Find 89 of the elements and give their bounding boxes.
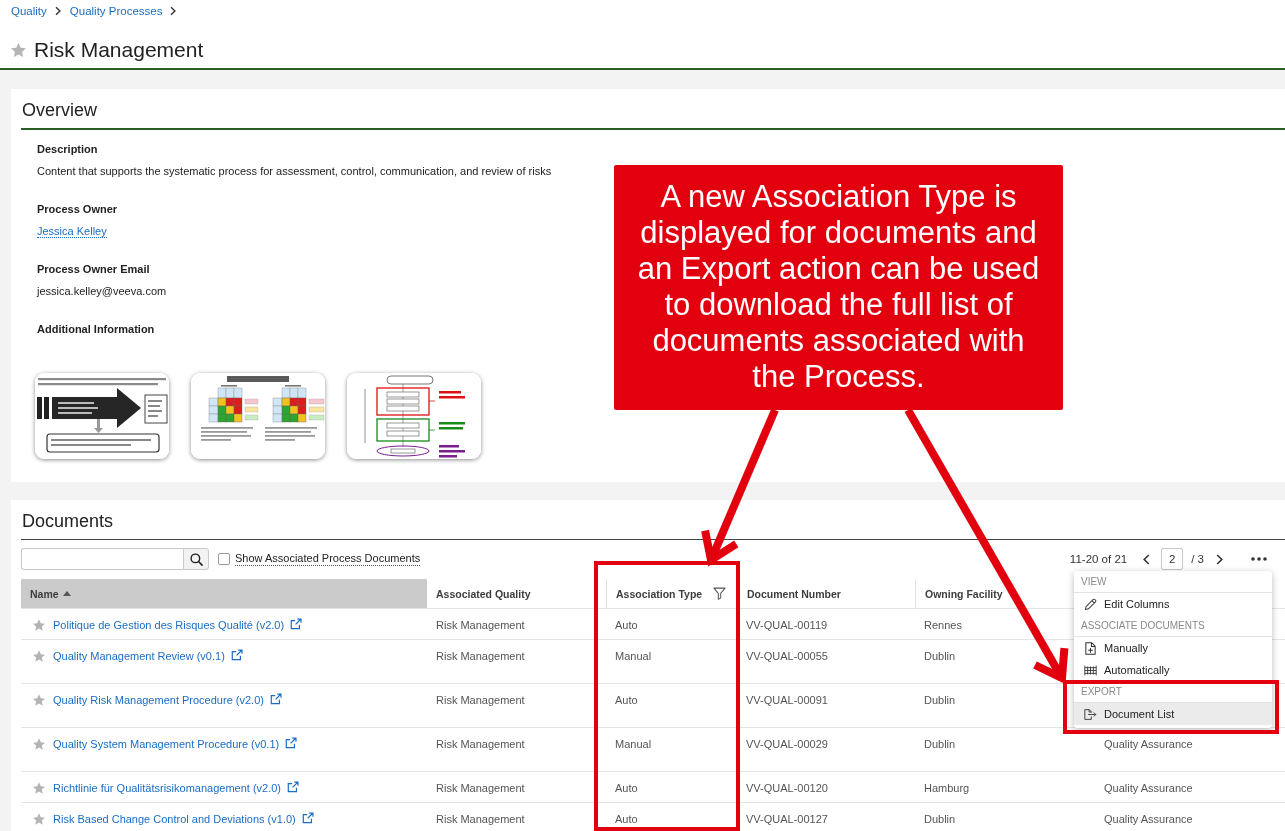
document-plus-icon — [1084, 641, 1097, 655]
star-icon[interactable] — [33, 782, 45, 794]
section-title: Overview — [22, 99, 97, 121]
page-range: 11-20 of 21 — [1069, 553, 1128, 565]
table-cell-text: VV-QUAL-00029 — [746, 737, 828, 752]
table-cell-text: VV-QUAL-00055 — [746, 649, 828, 664]
star-icon[interactable] — [33, 813, 45, 825]
column-header[interactable]: Association Type — [607, 579, 737, 608]
external-link-icon[interactable] — [230, 649, 243, 661]
breadcrumb-link[interactable]: Quality — [11, 5, 47, 17]
table-cell-text: Quality Assurance — [1104, 812, 1193, 827]
page-title: Risk Management — [34, 37, 204, 63]
document-link[interactable]: Politique de Gestion des Risques Qualité (v2.0) — [53, 617, 285, 633]
table-cell-text: Risk Management — [436, 781, 525, 796]
section-title: Documents — [22, 510, 114, 532]
menu-item[interactable]: Document List — [1074, 703, 1272, 725]
risk-matrix-drawing[interactable] — [191, 373, 325, 459]
callout-note: A new Association Type is displayed for documents and an Export action can be used to download the full list of documents associated with the Process. — [614, 165, 1063, 410]
table-cell-text: Dublin — [924, 812, 956, 827]
table-cell-text: Dublin — [924, 737, 956, 752]
table-cell-text: VV-QUAL-00091 — [746, 693, 828, 708]
table-cell-text: Auto — [615, 812, 638, 827]
filter-icon[interactable] — [713, 587, 726, 600]
document-link[interactable]: Quality Risk Management Procedure (v2.0) — [53, 692, 264, 708]
star-icon[interactable] — [33, 650, 45, 662]
document-link[interactable]: Richtlinie für Qualitätsrisikomanagement (v2.0) — [53, 780, 282, 796]
search-field[interactable] — [21, 548, 183, 570]
search-icon — [189, 552, 203, 566]
external-link-icon[interactable] — [269, 693, 282, 705]
page-total: / 3 — [1191, 553, 1204, 565]
field-label: Process Owner Email — [37, 262, 150, 277]
field-value: jessica.kelley@veeva.com — [37, 284, 167, 299]
table-cell-text: Risk Management — [436, 737, 525, 752]
page-field[interactable]: 2 — [1161, 548, 1184, 570]
chevron-right-icon — [54, 6, 61, 16]
table-cell-text: Quality Assurance — [1104, 781, 1193, 796]
table-cell-text: VV-QUAL-00119 — [746, 618, 828, 633]
chevron-right-icon — [1216, 553, 1223, 565]
arrow-diagram-drawing[interactable] — [35, 373, 169, 459]
star-icon[interactable] — [33, 738, 45, 750]
field-label: Description — [37, 142, 98, 157]
chevron-left-icon — [1143, 553, 1151, 565]
table-cell-text: Auto — [615, 781, 638, 796]
checkbox-label[interactable]: Show Associated Process Documents — [235, 552, 421, 566]
grid-icon — [1084, 663, 1097, 677]
field-label: Additional Information — [37, 322, 155, 337]
table-cell-text: Auto — [615, 693, 638, 708]
external-link-icon[interactable] — [290, 618, 303, 630]
field-value: Content that supports the systematic process for assessment, control, communication, and review of risks — [37, 164, 552, 179]
star-icon[interactable] — [33, 619, 45, 631]
external-link-icon[interactable] — [301, 812, 314, 824]
star-icon[interactable] — [33, 694, 45, 706]
flowchart-drawing[interactable] — [347, 373, 481, 459]
table-cell-text: Risk Management — [436, 693, 525, 708]
document-link[interactable]: Risk Based Change Control and Deviations (v1.0) — [53, 811, 296, 827]
menu-item[interactable]: Edit Columns — [1074, 593, 1272, 615]
external-link-icon[interactable] — [285, 737, 298, 749]
table-cell-text: Dublin — [924, 649, 956, 664]
table-cell-text: Manual — [615, 737, 652, 752]
external-link-icon[interactable] — [287, 781, 300, 793]
field-label: Process Owner — [37, 202, 118, 217]
table-cell-text: Rennes — [924, 618, 962, 633]
star-icon[interactable] — [11, 43, 26, 57]
table-cell-text: Quality Assurance — [1104, 737, 1193, 752]
table-cell-text: Manual — [615, 649, 652, 664]
table-cell-text: VV-QUAL-00120 — [746, 781, 828, 796]
menu-item[interactable]: Automatically — [1074, 659, 1272, 681]
table-cell-text: VV-QUAL-00127 — [746, 812, 828, 827]
table-cell-text: Risk Management — [436, 618, 525, 633]
menu-item[interactable]: Manually — [1074, 637, 1272, 659]
more-icon — [1251, 557, 1267, 561]
table-cell-text: Risk Management — [436, 649, 525, 664]
chevron-right-icon — [170, 6, 177, 16]
pencil-icon — [1084, 597, 1097, 611]
document-arrow-icon — [1084, 707, 1097, 721]
document-link[interactable]: Quality System Management Procedure (v0.1) — [53, 736, 280, 752]
table-cell-text: Risk Management — [436, 812, 525, 827]
search-button[interactable] — [183, 548, 209, 570]
checkbox[interactable] — [218, 553, 230, 565]
column-header[interactable]: Document Number — [738, 579, 852, 608]
owner-link[interactable]: Jessica Kelley — [37, 225, 107, 238]
table-cell-text: Hamburg — [924, 781, 970, 796]
table-cell-text: Dublin — [924, 693, 956, 708]
column-header[interactable]: Associated Quality — [427, 579, 542, 608]
document-link[interactable]: Quality Management Review (v0.1) — [53, 648, 225, 664]
column-header[interactable]: Name — [21, 579, 427, 608]
column-header[interactable]: Owning Facility — [916, 579, 1014, 608]
breadcrumb-link[interactable]: Quality Processes — [69, 5, 163, 17]
table-cell-text: Auto — [615, 618, 638, 633]
